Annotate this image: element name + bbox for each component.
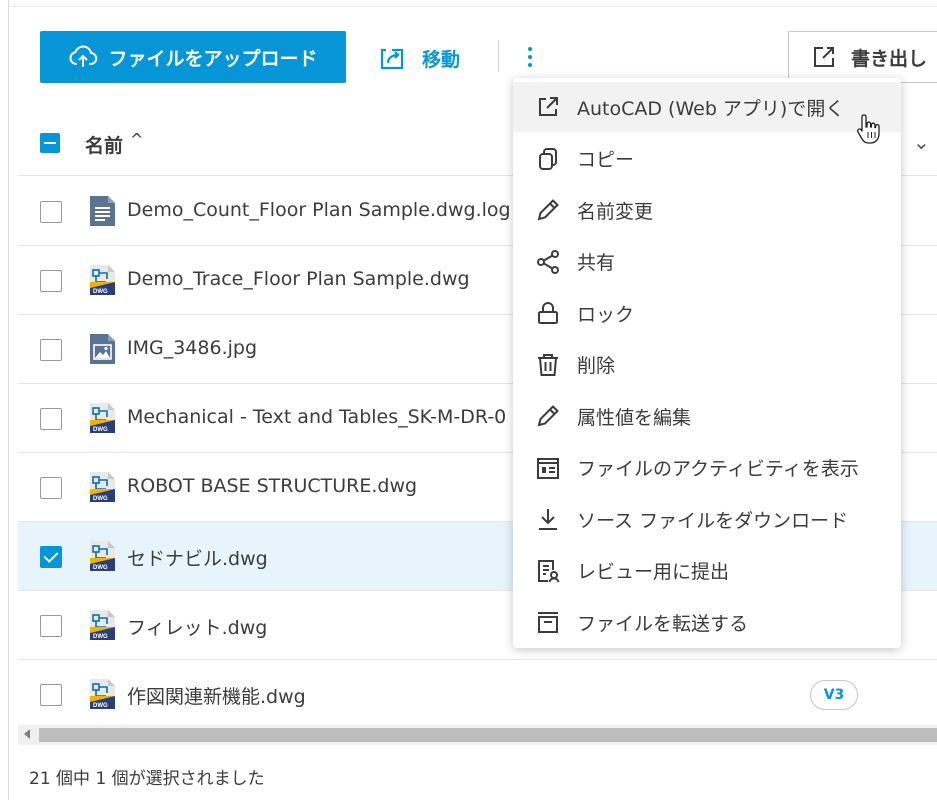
menu-item[interactable]: ファイルを転送する: [513, 597, 901, 647]
menu-item-label: コピー: [577, 149, 635, 171]
menu-item-label: ファイルを転送する: [577, 612, 749, 635]
svg-text:DWG: DWG: [93, 289, 108, 295]
export-label: 書き出し: [851, 47, 928, 70]
export-icon: [814, 47, 834, 67]
file-name[interactable]: Demo_Count_Floor Plan Sample.dwg.log: [127, 199, 511, 221]
dwg-file-icon: DWG: [90, 541, 115, 571]
menu-item-label: ファイルのアクティビティを表示: [577, 458, 859, 480]
activity-icon: [537, 457, 559, 479]
svg-text:DWG: DWG: [93, 496, 108, 502]
more-dot: [528, 47, 532, 51]
row-checkbox[interactable]: [40, 408, 62, 430]
menu-item-label: 属性値を編集: [577, 406, 692, 429]
menu-item[interactable]: ロック: [513, 288, 901, 338]
scrollbar-thumb[interactable]: [39, 728, 937, 742]
move-button[interactable]: 移動: [376, 38, 460, 78]
row-checkbox[interactable]: [40, 615, 62, 637]
file-name[interactable]: 作図関連新機能.dwg: [127, 682, 306, 709]
menu-item[interactable]: 名前変更: [513, 185, 901, 235]
row-checkbox[interactable]: [40, 339, 62, 361]
menu-item[interactable]: 削除: [513, 340, 901, 390]
menu-item-label: レビュー用に提出: [577, 561, 730, 583]
select-all-checkbox[interactable]: [40, 133, 60, 153]
move-icon: [380, 48, 404, 70]
table-row[interactable]: DWG 作図関連新機能.dwg V3: [18, 660, 937, 729]
transfer-icon: [538, 612, 558, 633]
menu-item[interactable]: ファイルのアクティビティを表示: [513, 443, 901, 493]
menu-item-label: 削除: [577, 355, 616, 377]
review-icon: [538, 559, 560, 582]
edit-pencil-icon: [537, 405, 559, 427]
more-dot: [528, 63, 532, 67]
sort-ascending-icon[interactable]: ^: [130, 130, 143, 149]
file-name[interactable]: ROBOT BASE STRUCTURE.dwg: [127, 475, 417, 497]
column-menu-icon[interactable]: ⌄: [913, 130, 930, 154]
menu-item[interactable]: 共有: [513, 237, 901, 287]
svg-text:DWG: DWG: [93, 565, 108, 571]
upload-file-button[interactable]: ファイルをアップロード: [40, 31, 346, 83]
svg-text:DWG: DWG: [93, 427, 108, 433]
file-name[interactable]: IMG_3486.jpg: [127, 337, 257, 359]
hand-cursor-icon: [857, 114, 880, 144]
scroll-left-arrow-icon[interactable]: [24, 729, 30, 739]
row-checkbox[interactable]: [40, 201, 62, 223]
menu-item-label: AutoCAD (Web アプリ)で開く: [577, 97, 845, 120]
menu-item[interactable]: ソース ファイルをダウンロード: [513, 494, 901, 544]
selection-status: 21 個中 1 個が選択されました: [29, 769, 265, 789]
row-checkbox[interactable]: [40, 684, 62, 706]
top-divider: [8, 6, 937, 7]
dwg-file-icon: DWG: [90, 265, 115, 295]
toolbar-separator: [498, 40, 499, 72]
menu-item[interactable]: AutoCAD (Web アプリ)で開く: [513, 82, 901, 132]
upload-file-label: ファイルをアップロード: [108, 47, 318, 70]
pencil-icon: [537, 199, 559, 221]
menu-item[interactable]: レビュー用に提出: [513, 546, 901, 596]
image-file-icon: [90, 334, 115, 364]
menu-item-label: ロック: [577, 303, 635, 326]
row-checkbox[interactable]: [40, 477, 62, 499]
dwg-file-icon: DWG: [90, 610, 115, 640]
menu-item-label: 共有: [577, 252, 616, 274]
open-external-icon: [539, 97, 558, 116]
context-menu: AutoCAD (Web アプリ)で開く コピー名前変更共有ロック削除属性値を編集…: [513, 78, 901, 648]
copy-icon: [539, 147, 557, 170]
row-checkbox[interactable]: [40, 270, 62, 292]
file-name[interactable]: セドナビル.dwg: [127, 544, 268, 571]
row-checkbox[interactable]: [40, 546, 62, 568]
horizontal-scrollbar[interactable]: [18, 725, 937, 745]
menu-item-label: 名前変更: [577, 200, 654, 223]
dwg-file-icon: DWG: [90, 679, 115, 709]
move-label: 移動: [422, 48, 461, 71]
dwg-file-icon: DWG: [90, 403, 115, 433]
svg-text:DWG: DWG: [93, 703, 108, 709]
menu-item-label: ソース ファイルをダウンロード: [577, 509, 849, 532]
svg-text:DWG: DWG: [93, 634, 108, 640]
cloud-upload-icon: [70, 45, 98, 67]
download-icon: [539, 509, 557, 530]
share-icon: [537, 249, 559, 274]
file-name[interactable]: Mechanical - Text and Tables_SK-M-DR-0: [127, 406, 506, 428]
file-name[interactable]: フィレット.dwg: [127, 613, 267, 640]
menu-item[interactable]: コピー: [513, 134, 901, 184]
version-badge[interactable]: V3: [810, 680, 858, 710]
log-file-icon: [90, 196, 115, 226]
export-button[interactable]: 書き出し: [788, 31, 937, 83]
more-actions-button[interactable]: [517, 40, 543, 74]
name-column-header[interactable]: 名前: [85, 131, 123, 158]
file-name[interactable]: Demo_Trace_Floor Plan Sample.dwg: [127, 268, 470, 290]
dwg-file-icon: DWG: [90, 472, 115, 502]
menu-item[interactable]: 属性値を編集: [513, 391, 901, 441]
more-dot: [528, 55, 532, 59]
trash-icon: [538, 353, 558, 376]
lock-icon: [538, 302, 558, 324]
